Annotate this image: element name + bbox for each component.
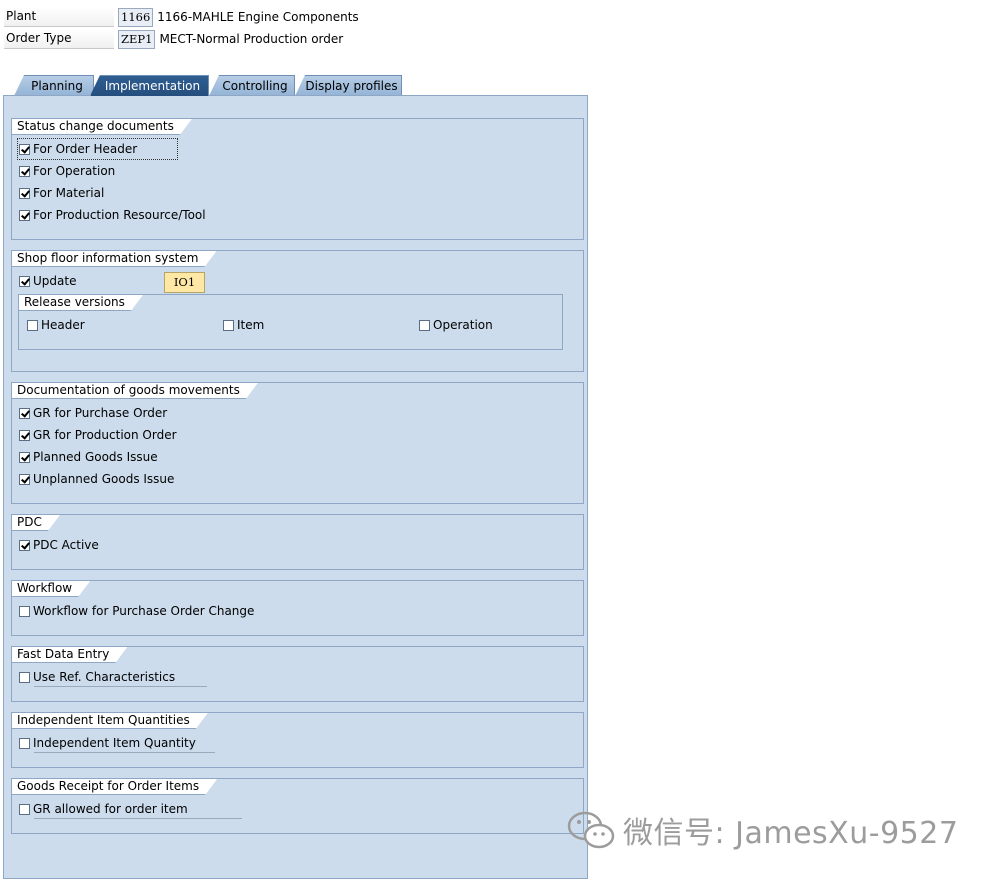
checkbox-planned-goods-issue[interactable]: Planned Goods Issue (19, 448, 158, 466)
checkbox-label: Use Ref. Characteristics (33, 670, 176, 684)
tab-controlling[interactable]: Controlling (209, 75, 295, 96)
checkbox-unplanned-goods-issue[interactable]: Unplanned Goods Issue (19, 470, 174, 488)
checkbox-label: Workflow for Purchase Order Change (33, 604, 255, 618)
checkbox-workflow-po-change[interactable]: Workflow for Purchase Order Change (19, 602, 254, 620)
group-title: Workflow (12, 581, 90, 597)
group-title: Independent Item Quantities (12, 713, 208, 729)
shop-floor-information-system-group: Shop floor information system Update IO1… (11, 250, 584, 372)
checkbox-header[interactable]: Header (27, 316, 85, 334)
release-versions-subgroup: Release versions Header Item Operation (18, 294, 563, 350)
field-underline (34, 686, 207, 687)
goods-receipt-order-items-group: Goods Receipt for Order Items GR allowed… (11, 778, 584, 834)
checkbox-label: For Production Resource/Tool (33, 208, 206, 222)
status-change-documents-group: Status change documents For Order Header… (11, 118, 584, 240)
checkbox-gr-production-order[interactable]: GR for Production Order (19, 426, 177, 444)
checkbox-label: Planned Goods Issue (33, 450, 158, 464)
checkbox-pdc-active[interactable]: PDC Active (19, 536, 99, 554)
checkbox-unchecked-icon[interactable] (19, 671, 30, 683)
checkbox-for-material[interactable]: For Material (19, 184, 104, 202)
checkbox-unchecked-icon[interactable] (223, 319, 234, 331)
tab-display-profiles[interactable]: Display profiles (295, 75, 402, 96)
checkbox-label: GR for Purchase Order (33, 406, 168, 420)
checkbox-checked-icon[interactable] (19, 473, 30, 485)
checkbox-unchecked-icon[interactable] (19, 803, 30, 815)
plant-row: Plant 1166 1166-MAHLE Engine Components (4, 7, 359, 27)
group-title: Goods Receipt for Order Items (12, 779, 217, 795)
checkbox-unchecked-icon[interactable] (419, 319, 430, 331)
checkbox-checked-icon[interactable] (19, 165, 30, 177)
checkbox-operation[interactable]: Operation (419, 316, 493, 334)
checkbox-checked-icon[interactable] (19, 407, 30, 419)
checkbox-checked-icon[interactable] (19, 209, 30, 221)
checkbox-checked-icon[interactable] (19, 429, 30, 441)
checkbox-checked-icon[interactable] (19, 143, 30, 155)
plant-code-field[interactable]: 1166 (118, 7, 154, 27)
checkbox-use-ref-characteristics[interactable]: Use Ref. Characteristics (19, 668, 175, 686)
checkbox-unchecked-icon[interactable] (27, 319, 38, 331)
checkbox-for-operation[interactable]: For Operation (19, 162, 115, 180)
update-info-structure-field[interactable]: IO1 (164, 272, 205, 293)
checkbox-checked-icon[interactable] (19, 187, 30, 199)
group-title: PDC (12, 515, 60, 531)
checkbox-label: Operation (433, 318, 493, 332)
implementation-panel: Status change documents For Order Header… (3, 95, 588, 879)
checkbox-label: PDC Active (33, 538, 99, 552)
checkbox-label: GR for Production Order (33, 428, 177, 442)
checkbox-unchecked-icon[interactable] (19, 737, 30, 749)
checkbox-label: GR allowed for order item (33, 802, 188, 816)
workflow-group: Workflow Workflow for Purchase Order Cha… (11, 580, 584, 636)
field-underline (34, 818, 242, 819)
watermark-text: 微信号: JamesXu-9527 (623, 816, 959, 851)
checkbox-checked-icon[interactable] (19, 451, 30, 463)
order-type-description: MECT-Normal Production order (159, 32, 344, 46)
checkbox-label: Item (237, 318, 265, 332)
independent-item-quantities-group: Independent Item Quantities Independent … (11, 712, 584, 768)
checkbox-label: For Operation (33, 164, 116, 178)
goods-movements-group: Documentation of goods movements GR for … (11, 382, 584, 504)
wechat-icon (567, 811, 615, 849)
watermark: 微信号: JamesXu-9527 (565, 808, 958, 852)
group-title: Shop floor information system (12, 251, 216, 267)
order-type-row: Order Type ZEP1 MECT-Normal Production o… (4, 29, 343, 49)
order-type-label: Order Type (4, 29, 114, 49)
checkbox-checked-icon[interactable] (19, 275, 30, 287)
plant-label: Plant (4, 7, 114, 27)
tab-planning[interactable]: Planning (14, 75, 94, 96)
checkbox-item[interactable]: Item (223, 316, 264, 334)
subgroup-title: Release versions (19, 295, 143, 311)
checkbox-label: For Order Header (33, 142, 138, 156)
checkbox-label: Header (41, 318, 85, 332)
tab-implementation[interactable]: Implementation (90, 75, 209, 96)
group-title: Documentation of goods movements (12, 383, 258, 399)
checkbox-label: Independent Item Quantity (33, 736, 196, 750)
pdc-group: PDC PDC Active (11, 514, 584, 570)
checkbox-gr-allowed-order-item[interactable]: GR allowed for order item (19, 800, 188, 818)
checkbox-label: Update (33, 274, 77, 288)
order-type-code-field[interactable]: ZEP1 (118, 29, 156, 49)
group-title: Status change documents (12, 119, 192, 135)
checkbox-update[interactable]: Update (19, 272, 76, 290)
checkbox-unchecked-icon[interactable] (19, 605, 30, 617)
checkbox-independent-item-quantity[interactable]: Independent Item Quantity (19, 734, 196, 752)
checkbox-label: Unplanned Goods Issue (33, 472, 175, 486)
plant-description: 1166-MAHLE Engine Components (157, 10, 359, 24)
checkbox-for-order-header[interactable]: For Order Header (16, 138, 179, 160)
checkbox-label: For Material (33, 186, 105, 200)
checkbox-checked-icon[interactable] (19, 539, 30, 551)
fast-data-entry-group: Fast Data Entry Use Ref. Characteristics (11, 646, 584, 702)
field-underline (34, 752, 215, 753)
group-title: Fast Data Entry (12, 647, 127, 663)
checkbox-for-production-resource-tool[interactable]: For Production Resource/Tool (19, 206, 206, 224)
checkbox-gr-purchase-order[interactable]: GR for Purchase Order (19, 404, 167, 422)
